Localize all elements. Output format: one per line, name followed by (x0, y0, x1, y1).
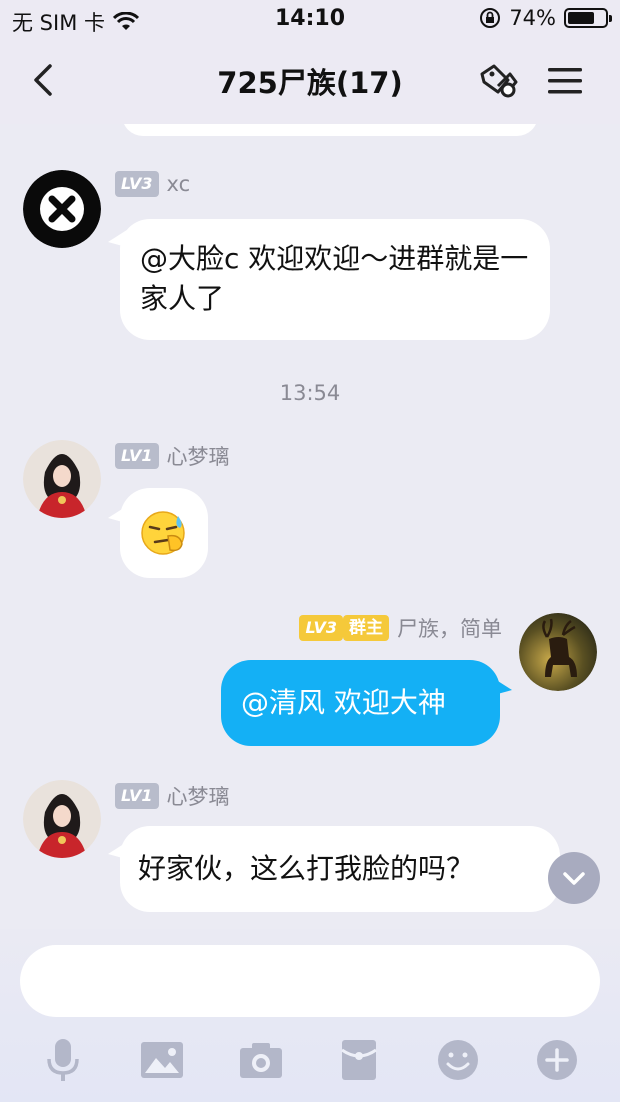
owner-badge: 群主 (343, 615, 389, 641)
sender-name: 心梦璃 (166, 785, 230, 809)
message-text: 好家伙，这么打我脸的吗？ (138, 852, 475, 885)
my-message-bubble[interactable]: @清风 欢迎大神 (221, 660, 500, 746)
input-bar (0, 929, 620, 1102)
red-packet-button[interactable] (334, 1035, 384, 1085)
sender-meta: LV1 心梦璃 (115, 781, 230, 811)
timestamp: 13:54 (279, 381, 341, 405)
menu-icon[interactable] (546, 62, 584, 100)
chevron-down-icon (563, 872, 585, 885)
message-input[interactable] (20, 945, 600, 1017)
level-badge: LV3 (115, 171, 159, 197)
voice-button[interactable] (38, 1035, 88, 1085)
chat-area[interactable]: LV3 xc @大脸c 欢迎欢迎～进群就是一家人了 13:54 LV1 心梦璃 (0, 124, 620, 929)
input-toolbar (38, 1035, 582, 1085)
emoji-button[interactable] (433, 1035, 483, 1085)
sender-name: 心梦璃 (166, 445, 230, 469)
sender-meta: LV3 群主 尸族，简单 (299, 613, 502, 643)
sender-meta: LV3 xc (115, 171, 190, 197)
more-button[interactable] (532, 1035, 582, 1085)
image-button[interactable] (137, 1035, 187, 1085)
chat-title: 725尸族(17) (217, 66, 403, 100)
status-bar: 无 SIM 卡 14:10 74% (0, 0, 620, 40)
plus-icon (536, 1040, 577, 1080)
message-bubble[interactable]: 好家伙，这么打我脸的吗？ (120, 826, 560, 912)
camera-icon (239, 1043, 282, 1078)
avatar[interactable] (23, 170, 101, 248)
scroll-to-bottom-button[interactable] (548, 852, 600, 904)
battery-percent: 74% (509, 6, 556, 30)
microphone-icon (47, 1039, 79, 1081)
sender-meta: LV1 心梦璃 (115, 441, 230, 471)
nav-bar: 725尸族(17) (0, 40, 620, 124)
red-packet-icon (341, 1040, 378, 1080)
avatar[interactable] (23, 440, 101, 518)
battery-fill (568, 12, 594, 24)
message-bubble[interactable]: @大脸c 欢迎欢迎～进群就是一家人了 (120, 219, 550, 340)
avatar[interactable] (23, 780, 101, 858)
sender-name: xc (166, 172, 191, 196)
emoji-icon (438, 1040, 479, 1080)
sweat-facepalm-emoji-icon (141, 511, 185, 555)
battery-icon (564, 8, 612, 28)
previous-message-bubble[interactable] (122, 124, 538, 136)
group-tag-icon[interactable] (476, 60, 520, 104)
message-text: @大脸c 欢迎欢迎～进群就是一家人了 (140, 242, 529, 315)
level-badge: LV3 (299, 615, 343, 641)
sender-name: 尸族，简单 (397, 617, 502, 641)
level-badge: LV1 (115, 443, 159, 469)
rotation-lock-icon (480, 8, 501, 28)
level-badge: LV1 (115, 783, 159, 809)
camera-button[interactable] (236, 1035, 286, 1085)
image-icon (140, 1042, 183, 1078)
message-text: @清风 欢迎大神 (241, 686, 446, 719)
emoji-message-bubble[interactable] (120, 488, 208, 578)
my-avatar[interactable] (519, 613, 597, 691)
status-right: 74% (479, 6, 612, 30)
